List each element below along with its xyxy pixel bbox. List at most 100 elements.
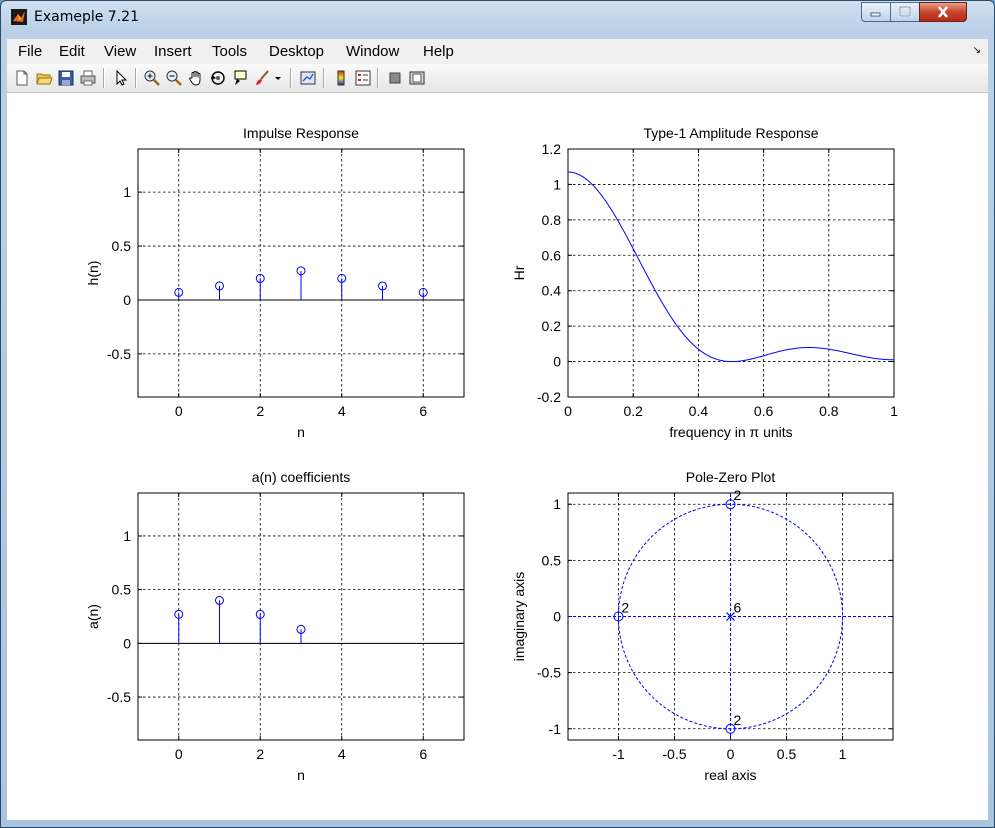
y-tick-label: 0	[123, 292, 131, 308]
figure-window: Exameple 7.21 File Edit View Insert Tool…	[0, 0, 995, 828]
y-tick-label: 0.5	[542, 552, 562, 568]
y-tick-label: 0	[553, 354, 561, 370]
y-tick-label: 1	[553, 496, 561, 512]
toolbar-separator	[135, 68, 137, 88]
matlab-logo-icon	[11, 9, 27, 25]
menu-file[interactable]: File	[18, 43, 42, 60]
title-bar[interactable]: Exameple 7.21	[1, 1, 994, 35]
figure-canvas[interactable]: 0 2 4 6 -0.5 0 0.5 1 Impulse Response n h(n) 0 0.2 0.…	[7, 93, 988, 820]
legend-icon[interactable]	[354, 69, 372, 87]
toolbar-separator	[290, 68, 292, 88]
menu-insert[interactable]: Insert	[154, 43, 192, 60]
x-tick-label: 0.2	[623, 403, 643, 419]
minimize-button[interactable]	[861, 2, 891, 22]
link-plot-icon[interactable]	[299, 69, 317, 87]
new-figure-icon[interactable]	[13, 69, 31, 87]
window-title: Exameple 7.21	[34, 9, 139, 25]
y-tick-label: -0.5	[107, 346, 131, 362]
x-axis-label: real axis	[704, 767, 756, 783]
menu-window[interactable]: Window	[346, 43, 399, 60]
y-tick-label: -0.2	[537, 389, 561, 405]
x-tick-label: 4	[338, 403, 346, 419]
zero-multiplicity-label: 2	[734, 712, 742, 728]
y-axis-label: Hr	[511, 265, 527, 280]
menu-view[interactable]: View	[104, 43, 136, 60]
colorbar-icon[interactable]	[332, 69, 350, 87]
maximize-icon	[898, 6, 912, 18]
x-tick-label: 6	[419, 746, 427, 762]
y-tick-label: -1	[549, 721, 562, 737]
maximize-button[interactable]	[890, 2, 920, 22]
y-tick-label: 0.6	[542, 247, 562, 263]
minimize-icon	[870, 12, 881, 17]
y-axis-label: imaginary axis	[511, 572, 527, 661]
pan-icon[interactable]	[187, 69, 205, 87]
x-tick-label: 0	[175, 746, 183, 762]
menu-help[interactable]: Help	[423, 43, 454, 60]
x-tick-label: -1	[612, 746, 625, 762]
menu-tools[interactable]: Tools	[212, 43, 247, 60]
zero-multiplicity-label: 2	[734, 487, 742, 503]
y-axis-label: a(n)	[85, 604, 101, 629]
zoom-in-icon[interactable]	[143, 69, 161, 87]
y-tick-label: 1	[553, 176, 561, 192]
axes-box	[137, 492, 465, 741]
show-plot-tools-icon[interactable]	[408, 69, 426, 87]
plot-title: Impulse Response	[243, 125, 359, 141]
axes-4: -1 -0.5 0 0.5 1 -1 -0.5 0 0.5 1 Pole-Zero Plot real…	[511, 469, 894, 783]
figure-toolbar	[7, 64, 988, 93]
save-icon[interactable]	[57, 69, 75, 87]
x-axis-label: n	[297, 767, 305, 783]
axes-box	[567, 148, 895, 398]
x-tick-label: -0.5	[662, 746, 686, 762]
close-icon	[937, 6, 949, 18]
figure-plots: 0 2 4 6 -0.5 0 0.5 1 Impulse Response n h(n) 0 0.2 0.…	[85, 125, 898, 783]
x-tick-label: 1	[839, 746, 847, 762]
y-tick-label: -0.5	[107, 689, 131, 705]
pointer-icon[interactable]	[112, 69, 130, 87]
plot-title: Pole-Zero Plot	[686, 469, 776, 485]
y-axis-label: h(n)	[85, 261, 101, 286]
pole-multiplicity-label: 6	[734, 600, 742, 616]
x-tick-label: 6	[419, 403, 427, 419]
x-tick-label: 0.6	[754, 403, 774, 419]
x-axis-label: frequency in π units	[669, 424, 792, 440]
x-tick-label: 0	[175, 403, 183, 419]
close-button[interactable]	[919, 2, 967, 22]
y-tick-label: 0.2	[542, 318, 562, 334]
open-file-icon[interactable]	[35, 69, 53, 87]
axes-1: 0 2 4 6 -0.5 0 0.5 1 Impulse Response n h(n)	[85, 125, 465, 440]
x-tick-label: 2	[256, 403, 264, 419]
zero-multiplicity-label: 2	[621, 600, 629, 616]
rotate-icon[interactable]	[209, 69, 227, 87]
menu-desktop[interactable]: Desktop	[269, 43, 324, 60]
axes-2: 0 0.2 0.4 0.6 0.8 1-0.200.20.40.60.811.2Type-…	[511, 125, 898, 440]
x-tick-label: 0	[564, 403, 572, 419]
amplitude-response-line	[567, 171, 894, 363]
axes-3: 0 2 4 6 -0.5 0 0.5 1 a(n) coefficients n a(n)	[85, 469, 465, 783]
x-axis-label: n	[297, 424, 305, 440]
y-tick-label: 0.8	[542, 212, 562, 228]
brush-dropdown-icon[interactable]	[273, 69, 283, 87]
y-tick-label: 1	[123, 184, 131, 200]
data-cursor-icon[interactable]	[231, 69, 249, 87]
toolbar-separator	[103, 68, 105, 88]
y-tick-label: -0.5	[537, 665, 561, 681]
hide-plot-tools-icon[interactable]	[386, 69, 404, 87]
y-tick-label: 1	[123, 528, 131, 544]
x-tick-label: 0	[727, 746, 735, 762]
y-tick-label: 0	[553, 609, 561, 625]
menu-dock-arrow-icon[interactable]: ↘	[973, 45, 981, 56]
menu-edit[interactable]: Edit	[59, 43, 85, 60]
x-tick-label: 0.5	[777, 746, 797, 762]
y-tick-label: 0.4	[542, 283, 562, 299]
y-tick-label: 0	[123, 635, 131, 651]
x-tick-label: 1	[890, 403, 898, 419]
y-tick-label: 1.2	[542, 141, 562, 157]
menu-bar: File Edit View Insert Tools Desktop Wind…	[7, 39, 988, 64]
zoom-out-icon[interactable]	[165, 69, 183, 87]
y-tick-label: 0.5	[112, 582, 132, 598]
brush-icon[interactable]	[253, 69, 271, 87]
x-tick-label: 2	[256, 746, 264, 762]
print-icon[interactable]	[79, 69, 97, 87]
